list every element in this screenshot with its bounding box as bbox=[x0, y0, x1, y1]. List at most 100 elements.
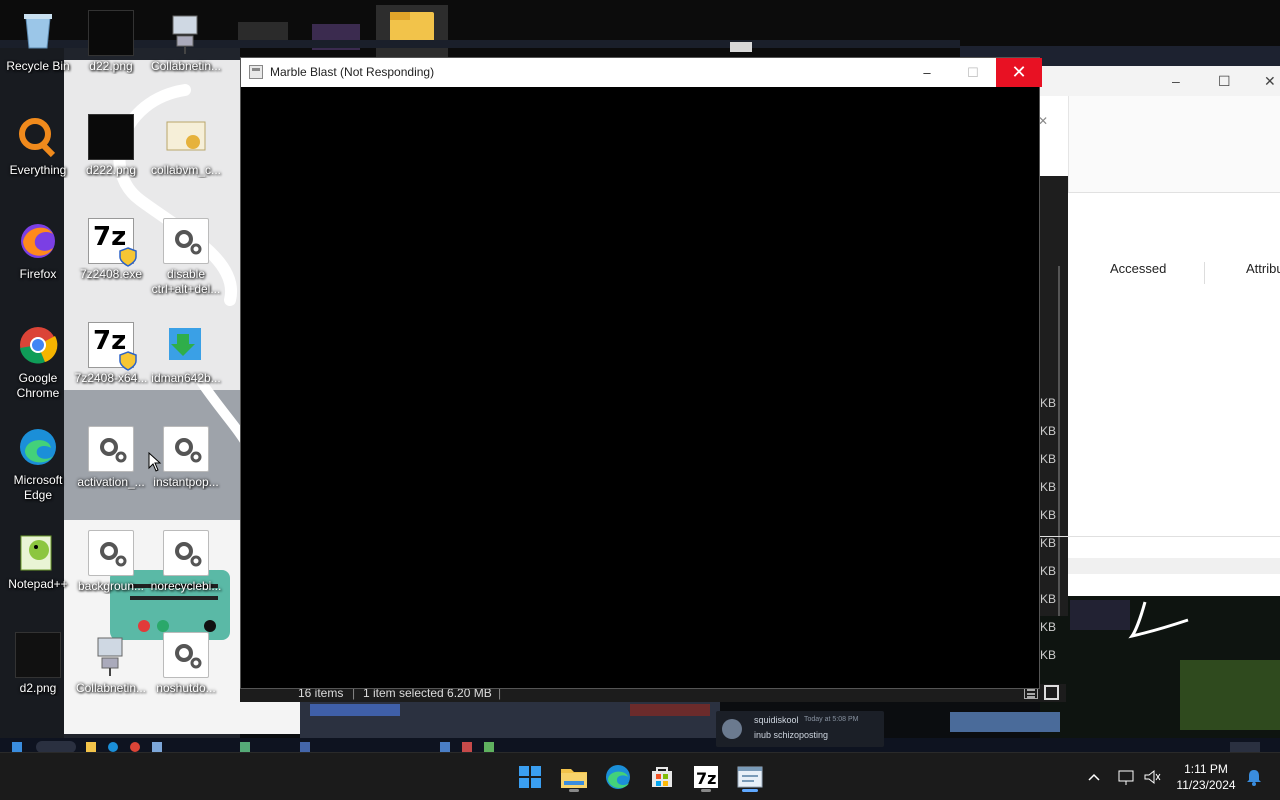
close-button[interactable]: ✕ bbox=[996, 58, 1042, 87]
steam-icon bbox=[152, 742, 162, 752]
settings-file-icon bbox=[163, 530, 209, 576]
volume-muted-icon[interactable] bbox=[1142, 767, 1162, 787]
uac-shield-icon bbox=[119, 247, 137, 267]
window-title: Marble Blast (Not Responding) bbox=[270, 65, 435, 79]
explorer-close-button[interactable]: ✕ bbox=[1264, 73, 1276, 90]
edge-icon bbox=[108, 742, 118, 752]
mouse-cursor-icon bbox=[148, 452, 162, 472]
explorer-minimize-button[interactable]: – bbox=[1172, 73, 1180, 89]
divider bbox=[1068, 192, 1280, 193]
edge-icon bbox=[606, 765, 630, 789]
7z2408-exe-shortcut[interactable]: 7z 7z2408.exe bbox=[73, 212, 149, 308]
d222-png-shortcut[interactable]: d222.png bbox=[73, 108, 149, 204]
notepad-plus-plus-shortcut[interactable]: Notepad++ bbox=[0, 522, 76, 618]
google-chrome-shortcut[interactable]: Google Chrome bbox=[0, 316, 76, 412]
app-icon bbox=[440, 742, 450, 752]
file-size-unit: KB bbox=[1040, 592, 1057, 606]
explorer-ribbon bbox=[1068, 96, 1280, 192]
7zip-taskbar-button[interactable]: 7z bbox=[688, 759, 724, 795]
chevron-up-icon[interactable] bbox=[1084, 767, 1104, 787]
activation-shortcut[interactable]: activation_... bbox=[73, 420, 149, 516]
settings-file-icon bbox=[163, 632, 209, 678]
clock-date: 11/23/2024 bbox=[1176, 778, 1236, 792]
file-size-unit: KB bbox=[1040, 564, 1057, 578]
maximize-button[interactable]: ☐ bbox=[950, 58, 996, 87]
app-icon bbox=[240, 742, 250, 752]
minimize-button[interactable]: – bbox=[904, 58, 950, 87]
idman-shortcut[interactable]: idman642b... bbox=[148, 316, 224, 412]
start-button[interactable] bbox=[512, 759, 548, 795]
uac-shield-icon bbox=[119, 351, 137, 371]
running-indicator bbox=[701, 789, 711, 792]
clock-time: 1:11 PM bbox=[1184, 762, 1228, 776]
7zip-icon: 7z bbox=[88, 218, 137, 267]
microsoft-store-taskbar-button[interactable] bbox=[644, 759, 680, 795]
microsoft-edge-shortcut[interactable]: Microsoft Edge bbox=[0, 418, 76, 514]
background-shortcut[interactable]: backgroun... bbox=[73, 524, 149, 620]
explorer-maximize-button[interactable]: ☐ bbox=[1218, 73, 1231, 90]
notification-username: squidiskool bbox=[754, 715, 799, 725]
chrome-icon bbox=[130, 742, 140, 752]
file-size-unit: KB bbox=[1040, 452, 1057, 466]
marble-blast-titlebar[interactable]: Marble Blast (Not Responding) – ☐ ✕ bbox=[241, 58, 1042, 87]
marble-blast-taskbar-button[interactable] bbox=[732, 759, 768, 795]
settings-file-icon bbox=[163, 426, 209, 472]
game-viewport[interactable] bbox=[241, 87, 1039, 688]
d2-png-shortcut[interactable]: d2.png bbox=[0, 626, 76, 722]
file-size-unit: KB bbox=[1040, 480, 1057, 494]
file-explorer-taskbar-button[interactable] bbox=[556, 759, 592, 795]
recycle-bin-shortcut[interactable]: Recycle Bin bbox=[0, 4, 76, 100]
collabnet-shortcut-1[interactable]: Collabnetin... bbox=[148, 4, 224, 100]
everything-shortcut[interactable]: Everything bbox=[0, 108, 76, 204]
explorer-horizontal-scrollbar[interactable] bbox=[1068, 558, 1280, 574]
firefox-icon bbox=[15, 218, 61, 264]
file-size-unit: KB bbox=[1040, 424, 1057, 438]
notepad-plus-plus-icon bbox=[15, 528, 61, 574]
everything-search-icon bbox=[15, 114, 61, 160]
certificate-icon bbox=[163, 114, 209, 160]
column-header-attributes[interactable]: Attribu bbox=[1246, 261, 1280, 283]
7zip-icon: 7z bbox=[88, 322, 137, 371]
file-size-unit: KB bbox=[1040, 396, 1057, 410]
recycle-bin-icon bbox=[20, 10, 56, 50]
notification-timestamp: Today at 5:08 PM bbox=[804, 716, 859, 723]
edge-icon bbox=[15, 424, 61, 470]
image-thumbnail-icon bbox=[88, 10, 134, 56]
7z2408-x64-shortcut[interactable]: 7z 7z2408-x64... bbox=[73, 316, 149, 412]
store-icon bbox=[652, 767, 672, 787]
chat-notification[interactable]: squidiskool Today at 5:08 PM inub schizo… bbox=[716, 711, 884, 747]
edge-taskbar-button[interactable] bbox=[600, 759, 636, 795]
file-size-unit: KB bbox=[1040, 648, 1057, 662]
disable-ctrl-alt-del-shortcut[interactable]: disable ctrl+alt+del... bbox=[148, 212, 224, 308]
notification-bell-icon[interactable] bbox=[1244, 767, 1264, 787]
settings-file-icon bbox=[163, 218, 209, 264]
d22-png-shortcut[interactable]: d22.png bbox=[73, 4, 149, 100]
system-clock[interactable]: 1:11 PM 11/23/2024 bbox=[1170, 761, 1242, 793]
file-size-unit: KB bbox=[1040, 620, 1057, 634]
app-window-icon bbox=[249, 65, 263, 79]
image-thumbnail-icon bbox=[88, 114, 134, 160]
column-header-accessed[interactable]: Accessed bbox=[1110, 261, 1166, 283]
app-icon bbox=[484, 742, 494, 752]
app-icon bbox=[300, 742, 310, 752]
settings-file-icon bbox=[88, 530, 134, 576]
marble-blast-window[interactable]: Marble Blast (Not Responding) – ☐ ✕ bbox=[240, 57, 1042, 689]
app-icon bbox=[462, 742, 472, 752]
divider bbox=[1204, 262, 1205, 284]
avatar bbox=[722, 719, 742, 739]
running-indicator bbox=[569, 789, 579, 792]
svg-text:7z: 7z bbox=[696, 769, 716, 788]
taskbar: 7z 1:11 PM 11/23/2024 bbox=[0, 752, 1280, 800]
file-size-unit: KB bbox=[1040, 536, 1057, 550]
firefox-shortcut[interactable]: Firefox bbox=[0, 212, 76, 308]
collabvm-cert-shortcut[interactable]: collabvm_c... bbox=[148, 108, 224, 204]
large-icons-view-icon[interactable] bbox=[1044, 685, 1059, 700]
norecyclebin-shortcut[interactable]: norecyclebi... bbox=[148, 524, 224, 620]
noshutdown-shortcut[interactable]: noshutdo... bbox=[148, 626, 224, 722]
notification-message: inub schizoposting bbox=[754, 730, 829, 740]
file-explorer-icon bbox=[86, 742, 96, 752]
windows-start-icon bbox=[12, 742, 22, 752]
network-icon[interactable] bbox=[1116, 767, 1136, 787]
collabnet-shortcut-2[interactable]: Collabnetin... bbox=[73, 626, 149, 722]
network-computer-icon bbox=[163, 10, 209, 56]
